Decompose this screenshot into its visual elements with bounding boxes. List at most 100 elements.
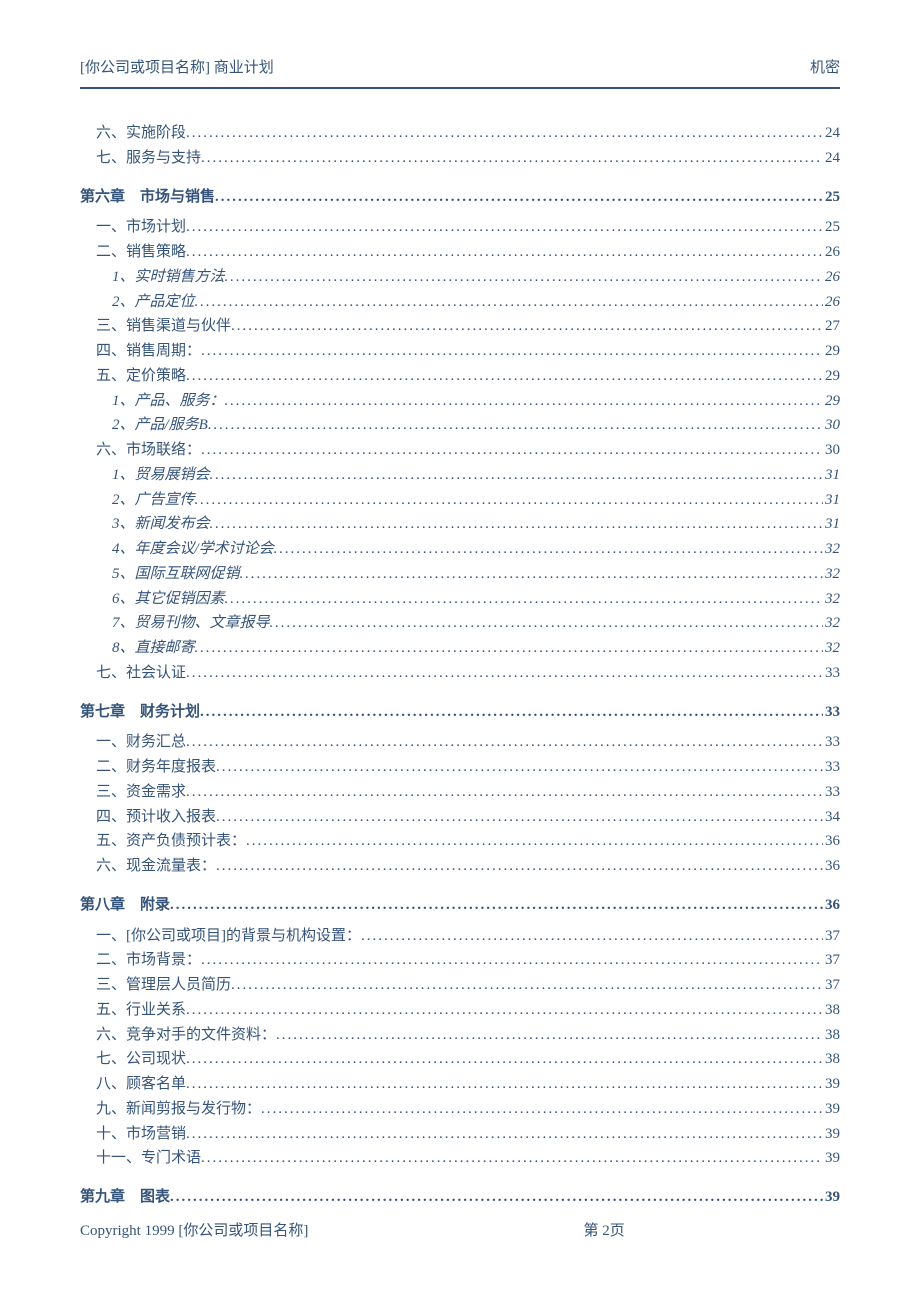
toc-leader-dots: [186, 780, 823, 805]
toc-entry: 三、资金需求 33: [80, 780, 840, 805]
toc-entry-page: 39: [823, 1122, 840, 1147]
toc-entry: 2、广告宣传 31: [80, 488, 840, 513]
toc-entry-label: 一、财务汇总: [96, 730, 186, 755]
toc-entry-label: 六、市场联络：: [96, 438, 201, 463]
toc-entry-label: 六、竞争对手的文件资料：: [96, 1023, 276, 1048]
toc-leader-dots: [201, 339, 823, 364]
toc-entry: 第九章 图表39: [80, 1185, 840, 1210]
toc-entry-page: 27: [823, 314, 840, 339]
toc-entry-page: 24: [823, 146, 840, 171]
toc-entry-label: 2、产品/服务B: [112, 413, 208, 438]
toc-entry-page: 25: [823, 185, 840, 210]
toc-leader-dots: [231, 314, 823, 339]
toc-entry-label: 2、广告宣传: [112, 488, 195, 513]
toc-entry-label: 1、产品、服务：: [112, 389, 225, 414]
toc-entry: 第八章 附录36: [80, 893, 840, 918]
toc-entry-label: 五、资产负债预计表：: [96, 829, 246, 854]
toc-leader-dots: [170, 1185, 823, 1210]
toc-entry-page: 36: [823, 829, 840, 854]
toc-entry: 三、管理层人员简历37: [80, 973, 840, 998]
toc-entry-label: 十、市场营销: [96, 1122, 186, 1147]
toc-leader-dots: [225, 389, 823, 414]
toc-entry-page: 39: [823, 1072, 840, 1097]
page-header: [你公司或项目名称] 商业计划 机密: [80, 56, 840, 89]
toc-leader-dots: [225, 265, 823, 290]
toc-entry: 九、新闻剪报与发行物：39: [80, 1097, 840, 1122]
toc-entry: 6、其它促销因素 32: [80, 587, 840, 612]
toc-entry-label: 二、市场背景：: [96, 948, 201, 973]
toc-entry-label: 八、顾客名单: [96, 1072, 186, 1097]
toc-entry-label: 1、贸易展销会: [112, 463, 210, 488]
toc-leader-dots: [186, 121, 823, 146]
toc-entry: 三、销售渠道与伙伴 27: [80, 314, 840, 339]
toc-entry-page: 38: [823, 1023, 840, 1048]
footer-copyright: Copyright 1999 [你公司或项目名称]: [80, 1219, 308, 1240]
toc-entry-page: 33: [823, 700, 840, 725]
toc-leader-dots: [186, 1072, 823, 1097]
toc-leader-dots: [195, 636, 823, 661]
toc-entry-label: 3、新闻发布会: [112, 512, 210, 537]
toc-entry: 第七章 财务计划33: [80, 700, 840, 725]
toc-entry: 一、[你公司或项目]的背景与机构设置：37: [80, 924, 840, 949]
toc-entry-label: 十一、专门术语: [96, 1146, 201, 1171]
toc-entry-page: 31: [823, 488, 840, 513]
toc-entry-page: 32: [823, 562, 840, 587]
toc-entry-page: 37: [823, 948, 840, 973]
toc-entry: 七、服务与支持24: [80, 146, 840, 171]
toc-entry-page: 33: [823, 661, 840, 686]
toc-entry-page: 32: [823, 611, 840, 636]
toc-entry: 六、现金流量表：36: [80, 854, 840, 879]
toc-leader-dots: [246, 829, 823, 854]
toc-entry-label: 第六章 市场与销售: [80, 185, 215, 210]
toc-entry: 五、资产负债预计表： 36: [80, 829, 840, 854]
toc-entry: 四、预计收入报表34: [80, 805, 840, 830]
toc-entry-page: 39: [823, 1146, 840, 1171]
toc-entry: 六、市场联络：30: [80, 438, 840, 463]
toc-entry-label: 四、销售周期：: [96, 339, 201, 364]
toc-leader-dots: [261, 1097, 823, 1122]
toc-entry: 十、市场营销 39: [80, 1122, 840, 1147]
toc-leader-dots: [201, 438, 823, 463]
toc-leader-dots: [216, 805, 823, 830]
toc-leader-dots: [216, 854, 823, 879]
toc-entry: 1、实时销售方法26: [80, 265, 840, 290]
toc-entry: 五、定价策略29: [80, 364, 840, 389]
toc-entry-label: 一、市场计划: [96, 215, 186, 240]
toc-leader-dots: [200, 700, 823, 725]
toc-entry-page: 26: [823, 265, 840, 290]
toc-entry: 7、贸易刊物、文章报导32: [80, 611, 840, 636]
toc-entry: 1、贸易展销会31: [80, 463, 840, 488]
toc-entry-label: 五、定价策略: [96, 364, 186, 389]
toc-leader-dots: [361, 924, 823, 949]
toc-leader-dots: [210, 463, 823, 488]
toc-entry-label: 三、销售渠道与伙伴: [96, 314, 231, 339]
toc-entry: 一、市场计划 25: [80, 215, 840, 240]
toc-entry-label: 六、现金流量表：: [96, 854, 216, 879]
toc-leader-dots: [186, 661, 823, 686]
toc-leader-dots: [186, 240, 823, 265]
toc-entry-page: 39: [823, 1097, 840, 1122]
header-left: [你公司或项目名称] 商业计划: [80, 56, 274, 77]
toc-entry-label: 三、资金需求: [96, 780, 186, 805]
toc-entry: 第六章 市场与销售 25: [80, 185, 840, 210]
toc-entry-page: 36: [823, 893, 840, 918]
toc-entry-label: 五、行业关系: [96, 998, 186, 1023]
toc-leader-dots: [186, 998, 823, 1023]
toc-leader-dots: [201, 1146, 823, 1171]
toc-entry-label: 6、其它促销因素: [112, 587, 225, 612]
toc-leader-dots: [186, 364, 823, 389]
toc-entry-label: 七、公司现状: [96, 1047, 186, 1072]
toc-leader-dots: [274, 537, 823, 562]
toc-leader-dots: [270, 611, 823, 636]
toc-leader-dots: [276, 1023, 823, 1048]
header-right: 机密: [810, 56, 840, 77]
toc-entry-page: 32: [823, 587, 840, 612]
toc-entry-label: 一、[你公司或项目]的背景与机构设置：: [96, 924, 361, 949]
toc-entry-page: 33: [823, 780, 840, 805]
toc-entry-label: 第九章 图表: [80, 1185, 170, 1210]
toc-entry-label: 二、销售策略: [96, 240, 186, 265]
toc-entry: 七、公司现状38: [80, 1047, 840, 1072]
toc-entry-label: 二、财务年度报表: [96, 755, 216, 780]
toc-entry-label: 四、预计收入报表: [96, 805, 216, 830]
toc-entry-page: 25: [823, 215, 840, 240]
